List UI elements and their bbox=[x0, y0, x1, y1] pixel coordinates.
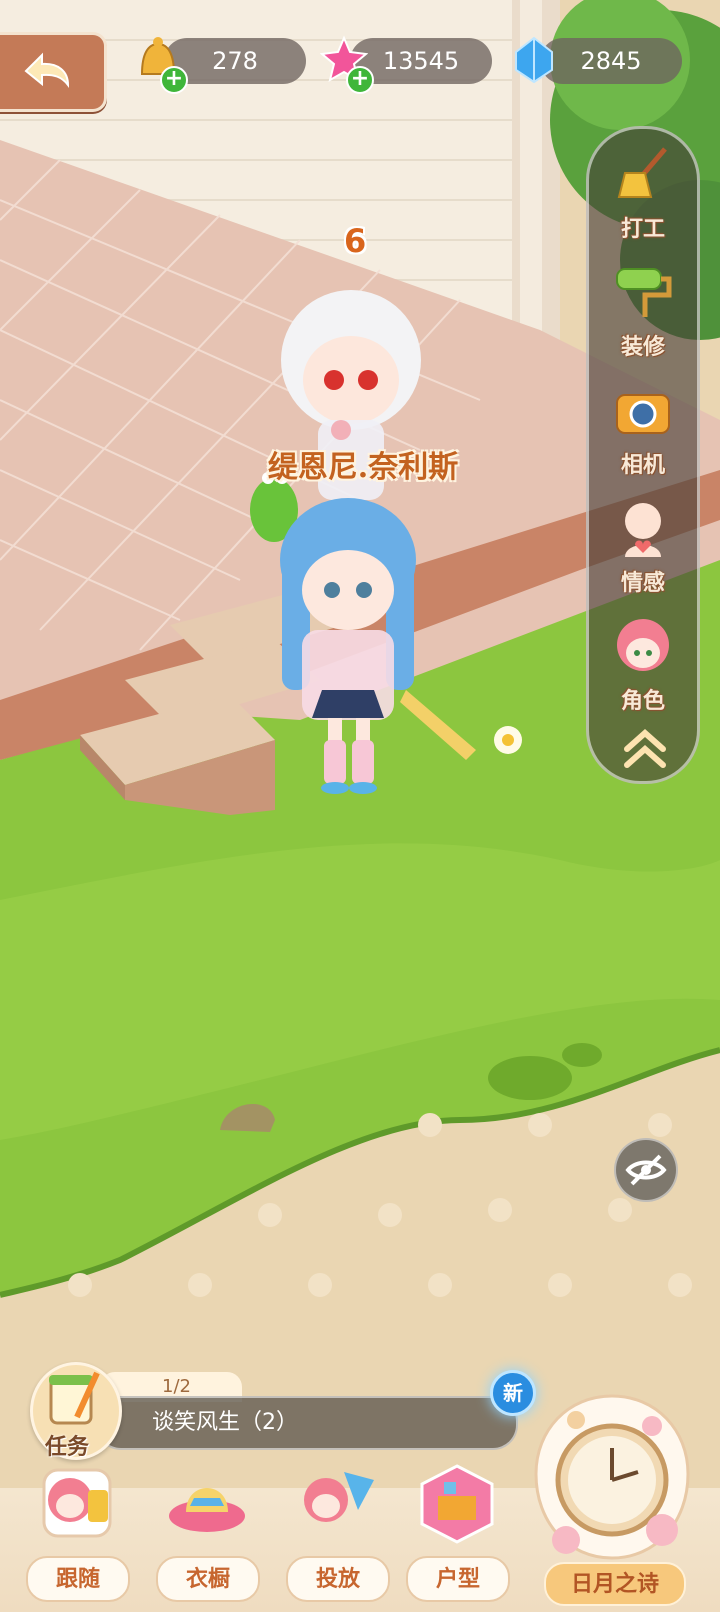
side-menu-camera[interactable]: 相机 bbox=[589, 377, 697, 489]
special-clock-button[interactable]: 日月之诗 bbox=[526, 1390, 698, 1608]
side-menu-label: 装修 bbox=[620, 334, 665, 360]
nav-label: 跟随 bbox=[26, 1556, 130, 1602]
nav-deploy[interactable]: 投放 bbox=[282, 1458, 392, 1608]
currency-value: 2845 bbox=[540, 38, 682, 84]
eye-slash-icon bbox=[625, 1154, 667, 1186]
side-menu-work[interactable]: 打工 bbox=[589, 141, 697, 253]
task-bar[interactable]: 谈笑风生（2） bbox=[96, 1396, 518, 1450]
add-currency-icon[interactable]: + bbox=[346, 66, 374, 94]
player-characters[interactable] bbox=[236, 270, 476, 830]
room-layout-icon bbox=[420, 1464, 494, 1544]
add-currency-icon[interactable]: + bbox=[160, 66, 188, 94]
nav-follow[interactable]: 跟随 bbox=[22, 1458, 132, 1608]
side-menu-label: 相机 bbox=[620, 452, 665, 478]
task-title: 谈笑风生（2） bbox=[152, 1410, 298, 1435]
side-menu: 打工 装修 相机 情感 角色 bbox=[586, 126, 700, 784]
nav-label: 户型 bbox=[406, 1556, 510, 1602]
currency-blue-crystal[interactable]: 2845 bbox=[510, 36, 682, 86]
special-label: 日月之诗 bbox=[544, 1562, 686, 1606]
blue-crystal-icon bbox=[515, 36, 553, 84]
side-menu-label: 角色 bbox=[620, 688, 665, 714]
side-menu-label: 打工 bbox=[620, 216, 665, 242]
clock-icon bbox=[534, 1394, 690, 1560]
task-icon[interactable]: 任务 bbox=[30, 1362, 122, 1460]
deploy-icon bbox=[304, 1472, 374, 1522]
level-number: 6 bbox=[344, 222, 367, 260]
collapse-menu-icon[interactable] bbox=[621, 727, 669, 771]
camera-icon bbox=[616, 394, 670, 434]
task-panel[interactable]: 1/2 谈笑风生（2） 任务 bbox=[30, 1362, 526, 1468]
currency-pink-star[interactable]: 13545 + bbox=[320, 35, 492, 94]
nav-label: 投放 bbox=[286, 1556, 390, 1602]
task-label: 任务 bbox=[45, 1435, 90, 1460]
follow-icon bbox=[42, 1468, 112, 1538]
side-menu-decorate[interactable]: 装修 bbox=[589, 259, 697, 371]
broom-icon bbox=[617, 147, 667, 198]
nav-wardrobe[interactable]: 衣橱 bbox=[152, 1458, 262, 1608]
paint-roller-icon bbox=[616, 268, 672, 317]
currency-bell[interactable]: 278 + bbox=[134, 37, 306, 94]
back-arrow-icon bbox=[24, 52, 70, 89]
hat-icon bbox=[169, 1488, 245, 1532]
side-menu-emotion[interactable]: 情感 bbox=[589, 495, 697, 607]
side-menu-label: 情感 bbox=[620, 570, 665, 596]
character-icon bbox=[617, 619, 669, 671]
emotion-icon bbox=[625, 503, 661, 557]
hide-ui-button[interactable] bbox=[614, 1138, 678, 1202]
side-menu-character[interactable]: 角色 bbox=[589, 613, 697, 725]
back-button[interactable] bbox=[0, 32, 107, 112]
nav-label: 衣橱 bbox=[156, 1556, 260, 1602]
npc-name-label: 缇恩尼.奈利斯 bbox=[267, 450, 459, 485]
nav-layout[interactable]: 户型 bbox=[402, 1458, 512, 1608]
